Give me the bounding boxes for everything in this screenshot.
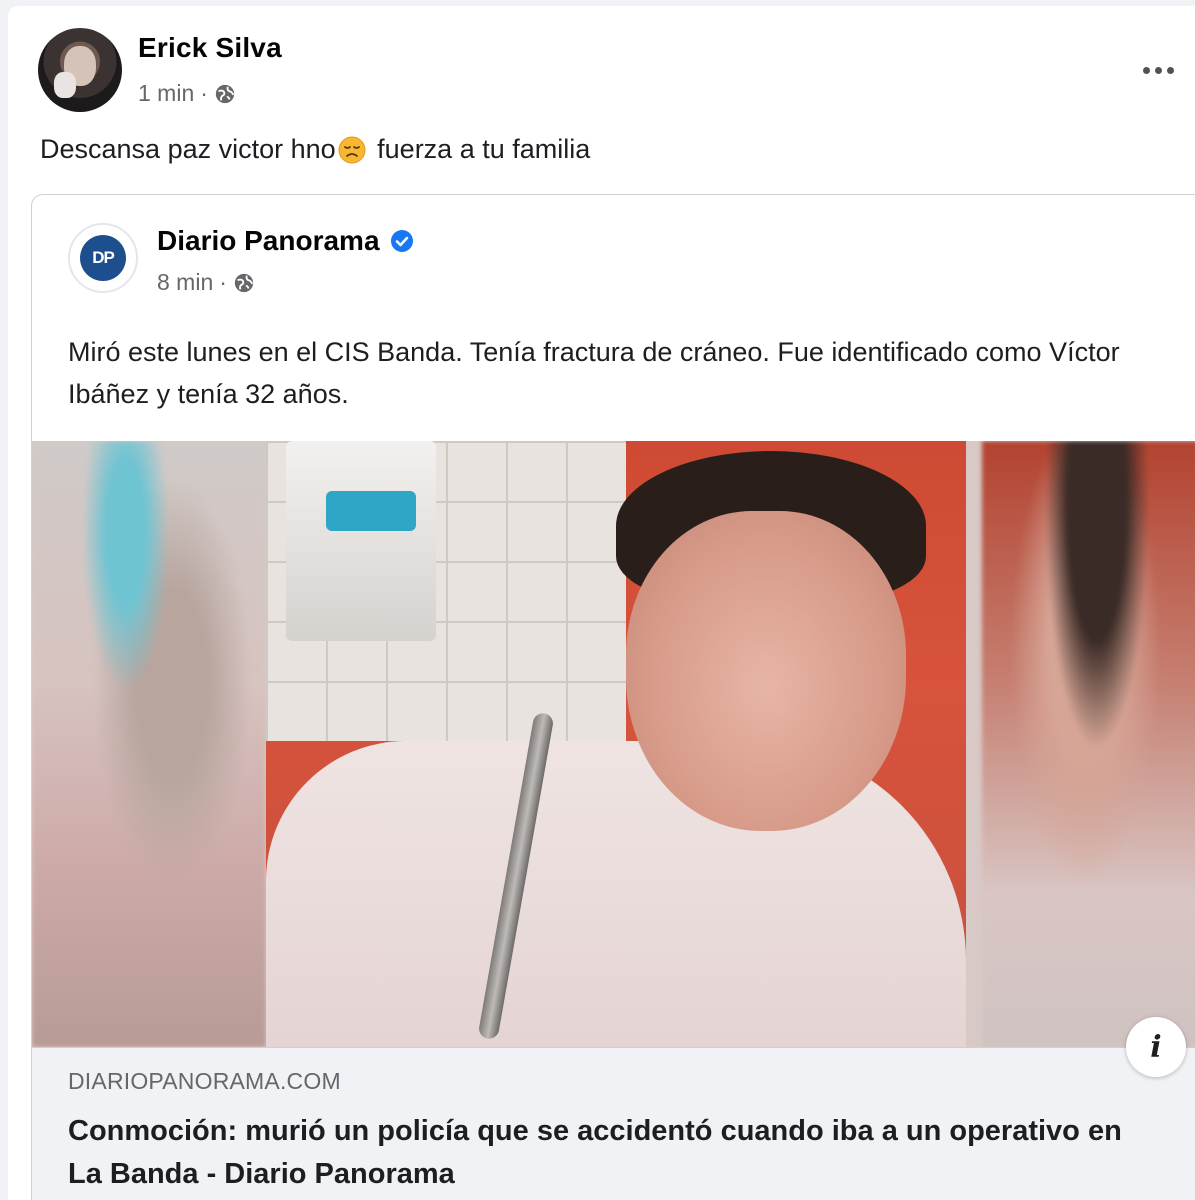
shared-post-text: Miró este lunes en el CIS Banda. Tenía f…: [68, 337, 1120, 409]
verified-badge-icon: [390, 230, 413, 252]
author-name[interactable]: Erick Silva: [138, 32, 282, 64]
photo-face: [626, 511, 906, 831]
page-avatar[interactable]: DP: [68, 223, 138, 293]
photo-blur-right: [982, 441, 1195, 1047]
info-icon: i: [1150, 1029, 1162, 1065]
avatar-hand: [54, 72, 76, 98]
post-text: Descansa paz victor hno fuerza a tu fami…: [40, 134, 590, 165]
info-button[interactable]: i: [1126, 1017, 1186, 1077]
link-title[interactable]: Conmoción: murió un policía que se accid…: [68, 1110, 1128, 1196]
photo-blur-left: [32, 441, 266, 1047]
photo-heater-detail: [326, 491, 416, 531]
page-name-row: Diario Panorama: [157, 225, 414, 257]
shared-post-card[interactable]: DP Diario Panorama 8 min · Miró este lun…: [31, 194, 1195, 1200]
link-preview[interactable]: DIARIOPANORAMA.COM Conmoción: murió un p…: [32, 1047, 1195, 1200]
link-domain: DIARIOPANORAMA.COM: [68, 1068, 341, 1094]
post-text-end: fuerza a tu familia: [369, 134, 591, 164]
meta-separator: ·: [219, 269, 227, 295]
page-name[interactable]: Diario Panorama: [157, 225, 380, 257]
page-logo: DP: [80, 235, 126, 281]
post-time[interactable]: 1 min: [138, 80, 194, 107]
post-header: Erick Silva 1 min ·: [38, 28, 1188, 118]
globe-icon: [215, 84, 235, 103]
ellipsis-dot: [1154, 66, 1162, 74]
photo-main: [266, 441, 966, 1047]
post-text-start: Descansa paz victor hno: [40, 134, 336, 164]
shared-post-meta: 8 min ·: [157, 269, 255, 296]
link-preview-photo[interactable]: [32, 441, 1195, 1047]
author-avatar[interactable]: [38, 28, 122, 112]
disappointed-face-emoji-icon: [338, 136, 366, 163]
photo-heater: [286, 441, 436, 641]
globe-icon: [234, 273, 254, 292]
meta-separator: ·: [200, 80, 208, 106]
shared-post-time[interactable]: 8 min: [157, 269, 213, 296]
ellipsis-dot: [1166, 66, 1174, 74]
ellipsis-icon: [1142, 66, 1150, 74]
post-meta: 1 min ·: [138, 80, 236, 107]
more-options-button[interactable]: [1136, 58, 1180, 82]
facebook-post: Erick Silva 1 min · Descansa paz victor …: [8, 6, 1195, 1200]
